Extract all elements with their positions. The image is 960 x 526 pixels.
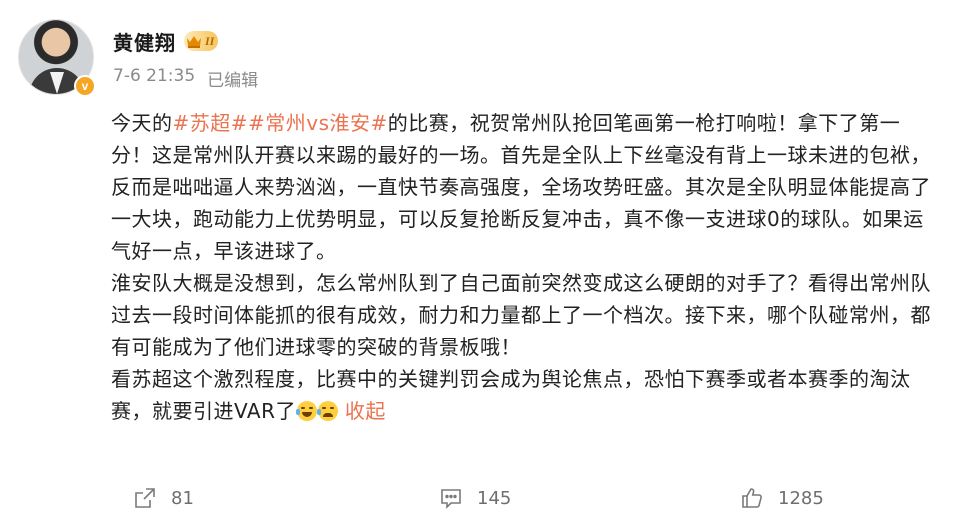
comment-icon	[441, 489, 461, 509]
repost-icon	[135, 488, 155, 508]
p1-prefix: 今天的	[111, 111, 173, 135]
cry-emoji-icon	[316, 401, 338, 421]
post-content: 今天的#苏超##常州vs淮安#的比赛，祝贺常州队抢回笔画第一枪打响啦！拿下了第一…	[111, 107, 941, 427]
like-button[interactable]: 1285	[740, 480, 824, 516]
crown-icon	[187, 36, 201, 48]
post-time[interactable]: 7-6 21:35	[113, 66, 195, 91]
level-badge-label: II	[205, 33, 215, 48]
comment-count: 145	[477, 487, 512, 509]
paragraph-3: 看苏超这个激烈程度，比赛中的关键判罚会成为舆论焦点，恐怕下赛季或者本赛季的淘汰赛…	[111, 363, 941, 427]
p3-text: 看苏超这个激烈程度，比赛中的关键判罚会成为舆论焦点，恐怕下赛季或者本赛季的淘汰赛…	[111, 367, 911, 423]
author-row: 黄健翔 II	[113, 27, 219, 56]
post-meta: 7-6 21:35 已编辑	[113, 66, 258, 91]
comment-button[interactable]: 145	[439, 480, 511, 516]
laugh-cry-emoji-icon	[295, 401, 317, 421]
author-name[interactable]: 黄健翔	[113, 27, 176, 56]
hashtag-suchao[interactable]: #苏超#	[173, 111, 249, 135]
thumbs-up-icon	[742, 488, 762, 508]
weibo-post: v 黄健翔 II 7-6 21:35 已编辑 今天的#苏超##常州vs淮安#的比…	[0, 0, 960, 526]
collapse-link[interactable]: 收起	[345, 399, 386, 423]
repost-count: 81	[171, 487, 194, 509]
edited-label[interactable]: 已编辑	[207, 66, 258, 91]
verified-badge-icon: v	[74, 75, 96, 97]
action-bar: 81 145 1285	[0, 480, 960, 520]
hashtag-changzhou-vs-huaian[interactable]: #常州vs淮安#	[248, 111, 388, 135]
repost-button[interactable]: 81	[133, 480, 194, 516]
like-count: 1285	[778, 487, 824, 509]
paragraph-1: 今天的#苏超##常州vs淮安#的比赛，祝贺常州队抢回笔画第一枪打响啦！拿下了第一…	[111, 107, 941, 267]
avatar[interactable]: v	[18, 19, 96, 97]
paragraph-2: 淮安队大概是没想到，怎么常州队到了自己面前突然变成这么硬朗的对手了？看得出常州队…	[111, 271, 931, 359]
level-badge[interactable]: II	[184, 31, 219, 51]
